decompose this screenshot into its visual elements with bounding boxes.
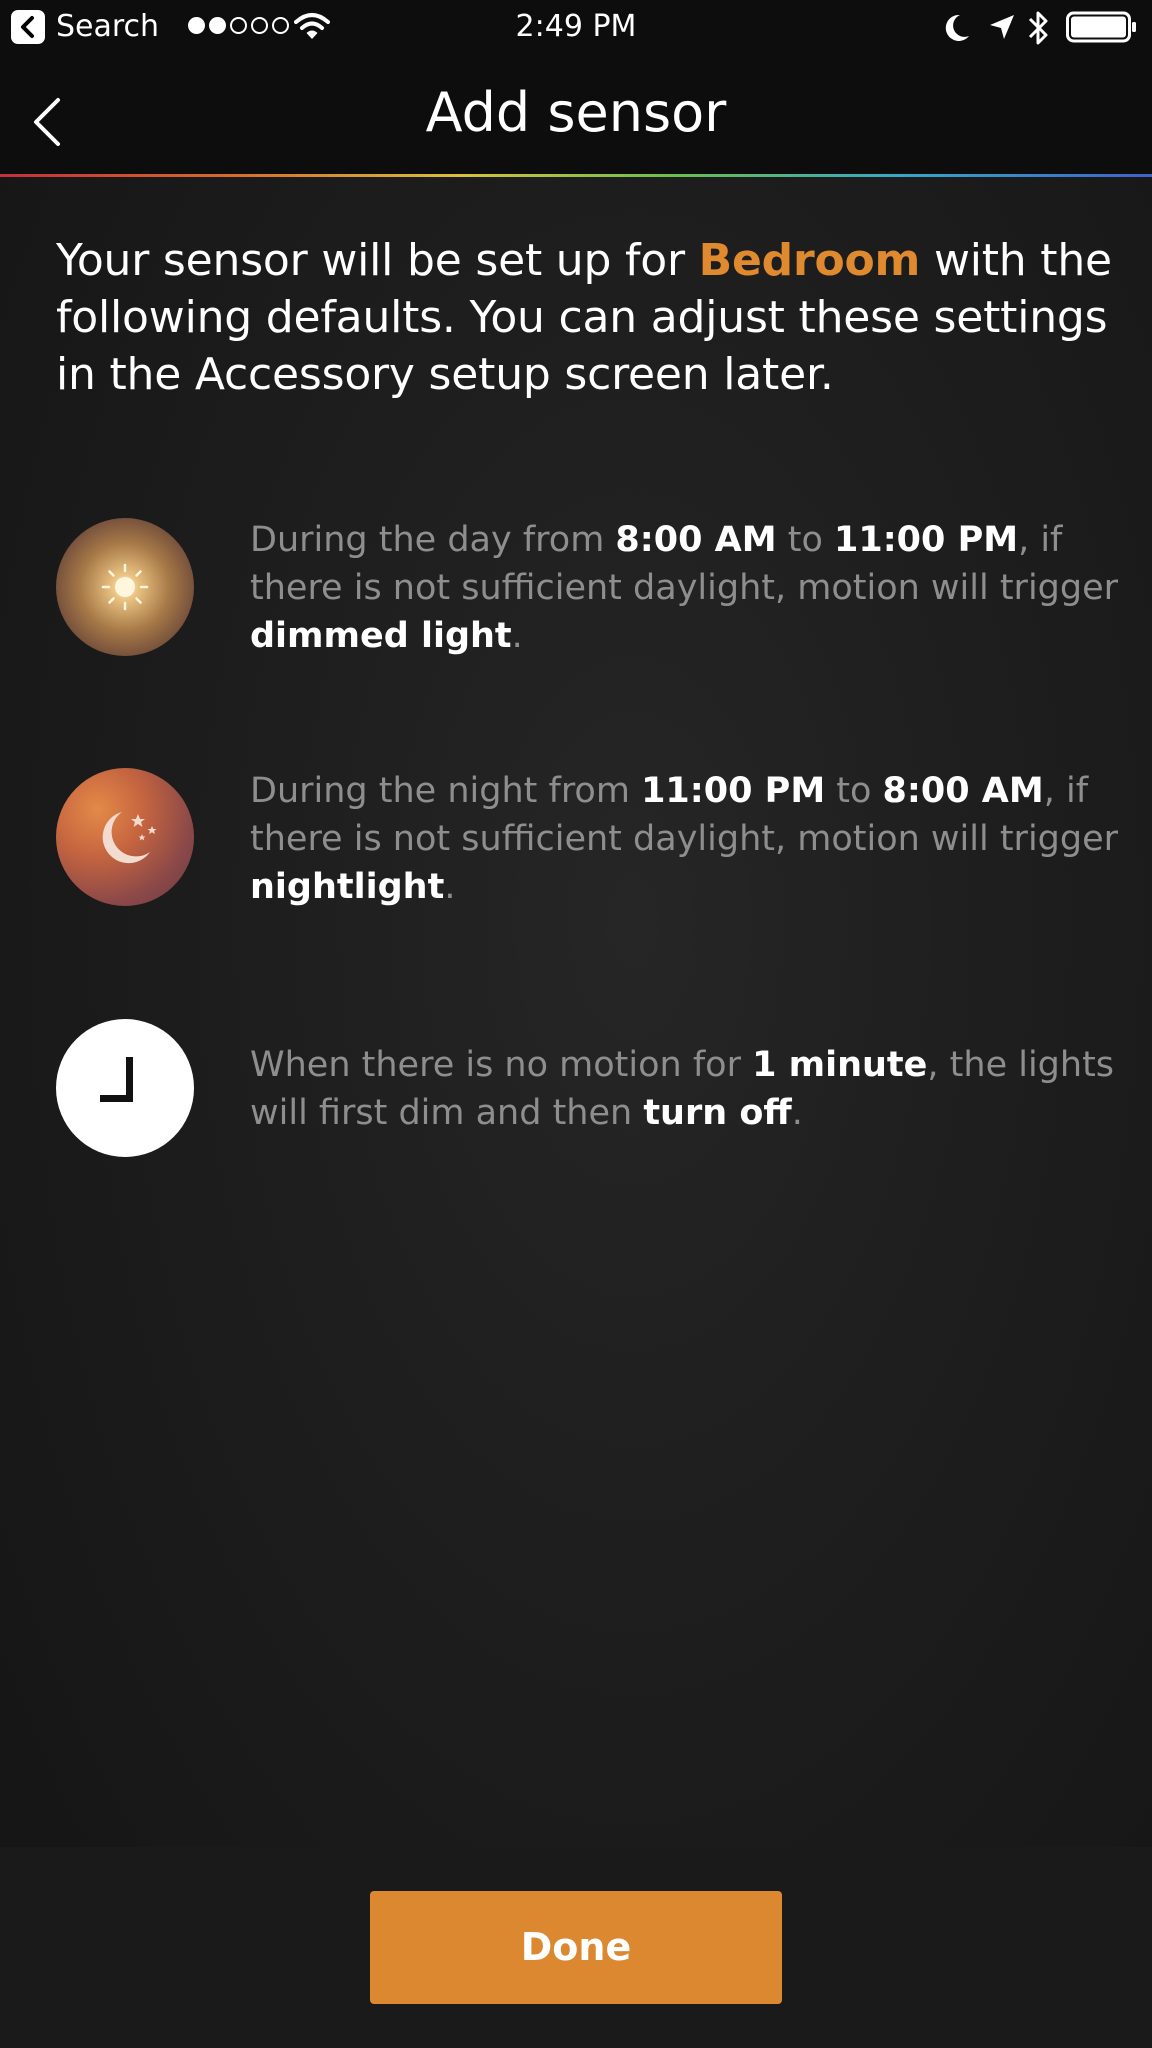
wifi-icon <box>294 13 330 39</box>
location-arrow-icon <box>990 15 1014 39</box>
bottom-bar: Done <box>0 1847 1152 2048</box>
battery-icon <box>1066 11 1136 43</box>
do-not-disturb-icon <box>945 14 969 41</box>
night-end-time: 8:00 AM <box>882 771 1044 811</box>
status-time: 2:49 PM <box>515 9 637 44</box>
page-title: Add sensor <box>425 81 727 144</box>
room-name: Bedroom <box>698 235 921 286</box>
done-button[interactable]: Done <box>370 1891 782 2004</box>
night-scene-name: nightlight <box>250 867 445 907</box>
status-bar: Search 2:49 PM <box>0 0 1152 56</box>
timeout-duration: 1 minute <box>752 1045 928 1085</box>
bluetooth-icon <box>1028 11 1048 45</box>
intro-text: Your sensor will be set up for Bedroom w… <box>56 232 1116 403</box>
back-chevron-icon[interactable] <box>26 92 70 152</box>
timeout-text: When there is no motion for 1 minute, th… <box>250 1045 1115 1133</box>
day-scene-name: dimmed light <box>250 616 512 656</box>
back-to-app-icon[interactable] <box>11 10 45 44</box>
day-schedule-text: During the day from 8:00 AM to 11:00 PM,… <box>250 520 1119 656</box>
add-sensor-screen: Search 2:49 PM Add sensor Your sensor wi… <box>0 0 1152 2048</box>
day-sun-icon <box>56 518 194 656</box>
clock-icon <box>56 1019 194 1157</box>
night-schedule-text: During the night from 11:00 PM to 8:00 A… <box>250 771 1119 907</box>
timeout-action: turn off <box>643 1093 792 1133</box>
cellular-signal-icon <box>188 17 289 34</box>
day-start-time: 8:00 AM <box>615 520 777 560</box>
navigation-bar: Add sensor <box>0 56 1152 174</box>
day-end-time: 11:00 PM <box>833 520 1019 560</box>
back-to-app-label[interactable]: Search <box>56 7 159 47</box>
rainbow-divider <box>0 174 1152 177</box>
night-start-time: 11:00 PM <box>641 771 826 811</box>
night-moon-stars-icon <box>56 768 194 906</box>
intro-prefix: Your sensor will be set up for <box>56 235 699 286</box>
